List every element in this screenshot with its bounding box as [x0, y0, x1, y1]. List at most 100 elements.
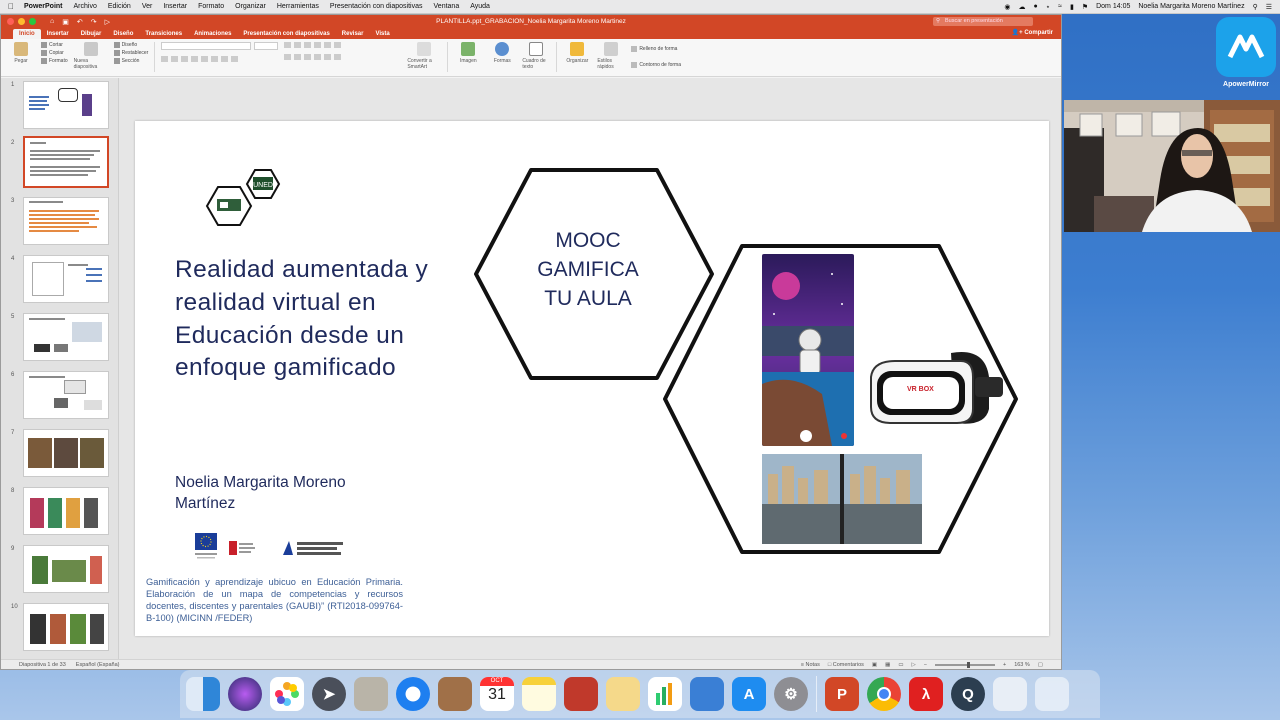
search-icon[interactable]: ⚲ [1253, 3, 1258, 11]
layout-button[interactable]: Diseño [113, 42, 149, 48]
status-icon-wifi[interactable]: ≈ [1058, 3, 1062, 10]
photo-booth-icon[interactable] [564, 677, 598, 711]
quicktime-icon[interactable]: Q [951, 677, 985, 711]
insert-shapes-button[interactable]: Formas [488, 42, 516, 64]
menu-ayuda[interactable]: Ayuda [470, 3, 490, 10]
numbers-icon[interactable] [648, 677, 682, 711]
format-painter-button[interactable]: Formato [41, 58, 68, 64]
tab-vista[interactable]: Vista [369, 29, 395, 39]
preview-icon[interactable] [354, 677, 388, 711]
menu-app-name[interactable]: PowerPoint [24, 3, 63, 10]
tab-dibujar[interactable]: Dibujar [75, 29, 108, 39]
menubar-user[interactable]: Noelia Margarita Moreno Martínez [1138, 3, 1244, 10]
slide-author[interactable]: Noelia Margarita Moreno Martínez [175, 472, 405, 514]
paragraph-format-buttons[interactable] [284, 42, 342, 48]
menu-presentacion[interactable]: Presentación con diapositivas [330, 3, 423, 10]
slide-thumbnail-selected[interactable] [23, 136, 109, 188]
close-window-button[interactable] [7, 18, 14, 25]
tab-presentacion[interactable]: Presentación con diapositivas [237, 29, 335, 39]
section-button[interactable]: Sección [113, 58, 149, 64]
zoom-level[interactable]: 163 % [1014, 662, 1030, 668]
photos-icon[interactable] [270, 677, 304, 711]
chrome-icon[interactable] [867, 677, 901, 711]
status-icon-record[interactable]: ● [1034, 3, 1038, 10]
status-icon-camera[interactable]: ◉ [1004, 3, 1010, 11]
menu-ventana[interactable]: Ventana [434, 3, 460, 10]
zoom-out-icon[interactable]: − [924, 662, 927, 668]
menubar-clock[interactable]: Dom 14:05 [1096, 3, 1130, 10]
language-indicator[interactable]: Español (España) [76, 662, 120, 668]
zoom-window-button[interactable] [29, 18, 36, 25]
pages-icon[interactable] [606, 677, 640, 711]
slide-thumbnail[interactable] [23, 429, 109, 477]
status-icon-battery[interactable]: ▮ [1070, 3, 1074, 11]
notes-button[interactable]: ≡ Notas [801, 662, 820, 668]
arrange-button[interactable]: Organizar [563, 42, 591, 64]
undo-icon[interactable]: ↶ [77, 18, 83, 26]
menu-ver[interactable]: Ver [142, 3, 153, 10]
system-preferences-icon[interactable]: ⚙ [774, 677, 808, 711]
menu-formato[interactable]: Formato [198, 3, 224, 10]
text-format-buttons[interactable] [161, 56, 278, 62]
convert-smartart-button[interactable]: Convertir a SmartArt [407, 42, 441, 70]
tab-revisar[interactable]: Revisar [336, 29, 370, 39]
funding-text[interactable]: Gamificación y aprendizaje ubicuo en Edu… [146, 576, 403, 624]
paste-button[interactable]: Pegar [7, 42, 35, 64]
slide-thumbnail[interactable] [23, 545, 109, 593]
safari-icon[interactable] [396, 677, 430, 711]
slideshow-view-icon[interactable]: ▷ [912, 662, 916, 668]
slide-thumbnail[interactable] [23, 603, 109, 651]
shape-outline-button[interactable]: Contorno de forma [631, 62, 681, 68]
status-icon-cloud[interactable]: ☁ [1019, 3, 1026, 11]
tab-diseno[interactable]: Diseño [107, 29, 139, 39]
slide-thumbnail[interactable] [23, 487, 109, 535]
insert-textbox-button[interactable]: Cuadro de texto [522, 42, 550, 70]
app-store-icon[interactable]: A [732, 677, 766, 711]
slide-thumbnails-panel[interactable]: 1 2 3 4 5 6 7 8 9 10 [1, 78, 119, 659]
siri-icon[interactable] [228, 677, 262, 711]
apple-icon[interactable]:  [8, 2, 14, 11]
slide-thumbnail[interactable] [23, 81, 109, 129]
tab-inicio[interactable]: Inicio [13, 29, 41, 39]
menu-edicion[interactable]: Edición [108, 3, 131, 10]
font-name-select[interactable] [161, 42, 252, 50]
calendar-icon[interactable]: OCT 31 [480, 677, 514, 711]
control-center-icon[interactable]: ☰ [1266, 3, 1272, 11]
slide-canvas[interactable]: UNED Realidad aumentada y realidad virtu… [135, 121, 1049, 636]
tab-insertar[interactable]: Insertar [41, 29, 75, 39]
share-button[interactable]: 👤+ Compartir [1012, 29, 1053, 36]
shape-fill-button[interactable]: Relleno de forma [631, 46, 681, 52]
contacts-icon[interactable] [438, 677, 472, 711]
search-input[interactable]: ⚲ Buscar en presentación [933, 17, 1033, 26]
cut-button[interactable]: Cortar [41, 42, 68, 48]
menu-herramientas[interactable]: Herramientas [277, 3, 319, 10]
start-slideshow-icon[interactable]: ▷ [105, 18, 110, 26]
slide-thumbnail[interactable] [23, 313, 109, 361]
reading-view-icon[interactable]: ▭ [898, 662, 903, 668]
font-size-select[interactable] [254, 42, 279, 50]
zoom-slider[interactable] [934, 661, 995, 668]
normal-view-icon[interactable]: ▣ [872, 662, 877, 668]
reset-button[interactable]: Restablecer [113, 50, 148, 56]
downloads-stack-icon[interactable] [993, 677, 1027, 711]
sorter-view-icon[interactable]: ▦ [885, 662, 890, 668]
apowermirror-desktop-icon[interactable]: ApowerMirror [1215, 17, 1277, 96]
menu-organizar[interactable]: Organizar [235, 3, 266, 10]
fit-to-window-icon[interactable]: ▢ [1038, 662, 1043, 668]
comments-button[interactable]: □ Comentarios [828, 662, 864, 668]
insert-image-button[interactable]: Imagen [454, 42, 482, 64]
alignment-buttons[interactable] [284, 54, 342, 60]
trash-icon[interactable] [1035, 677, 1069, 711]
finder-icon[interactable] [186, 677, 220, 711]
quick-styles-button[interactable]: Estilos rápidos [597, 42, 625, 70]
slide-title[interactable]: Realidad aumentada y realidad virtual en… [175, 254, 430, 385]
minimize-window-button[interactable] [18, 18, 25, 25]
copy-button[interactable]: Copiar [41, 50, 68, 56]
keynote-icon[interactable] [690, 677, 724, 711]
new-slide-button[interactable]: Nueva diapositiva [74, 42, 108, 70]
acrobat-icon[interactable]: λ [909, 677, 943, 711]
notes-app-icon[interactable] [522, 677, 556, 711]
mooc-label[interactable]: MOOC GAMIFICA TU AULA [513, 226, 663, 313]
slide-thumbnail[interactable] [23, 371, 109, 419]
status-icon-flag[interactable]: ⚑ [1082, 3, 1088, 11]
